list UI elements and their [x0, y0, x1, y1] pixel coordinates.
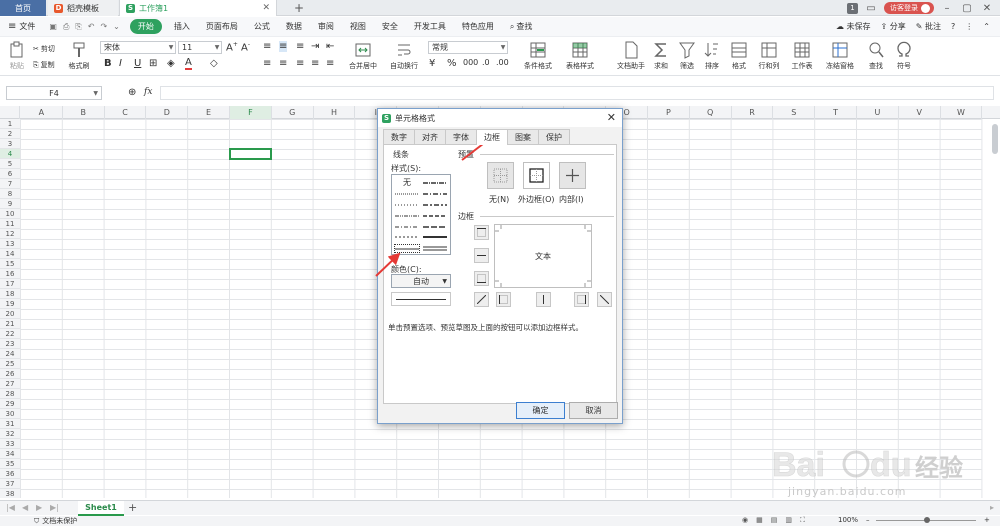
annotation-arrows: [375, 132, 498, 277]
arrow-to-line-style: [375, 252, 401, 277]
tab-border[interactable]: 边框: [476, 129, 508, 145]
